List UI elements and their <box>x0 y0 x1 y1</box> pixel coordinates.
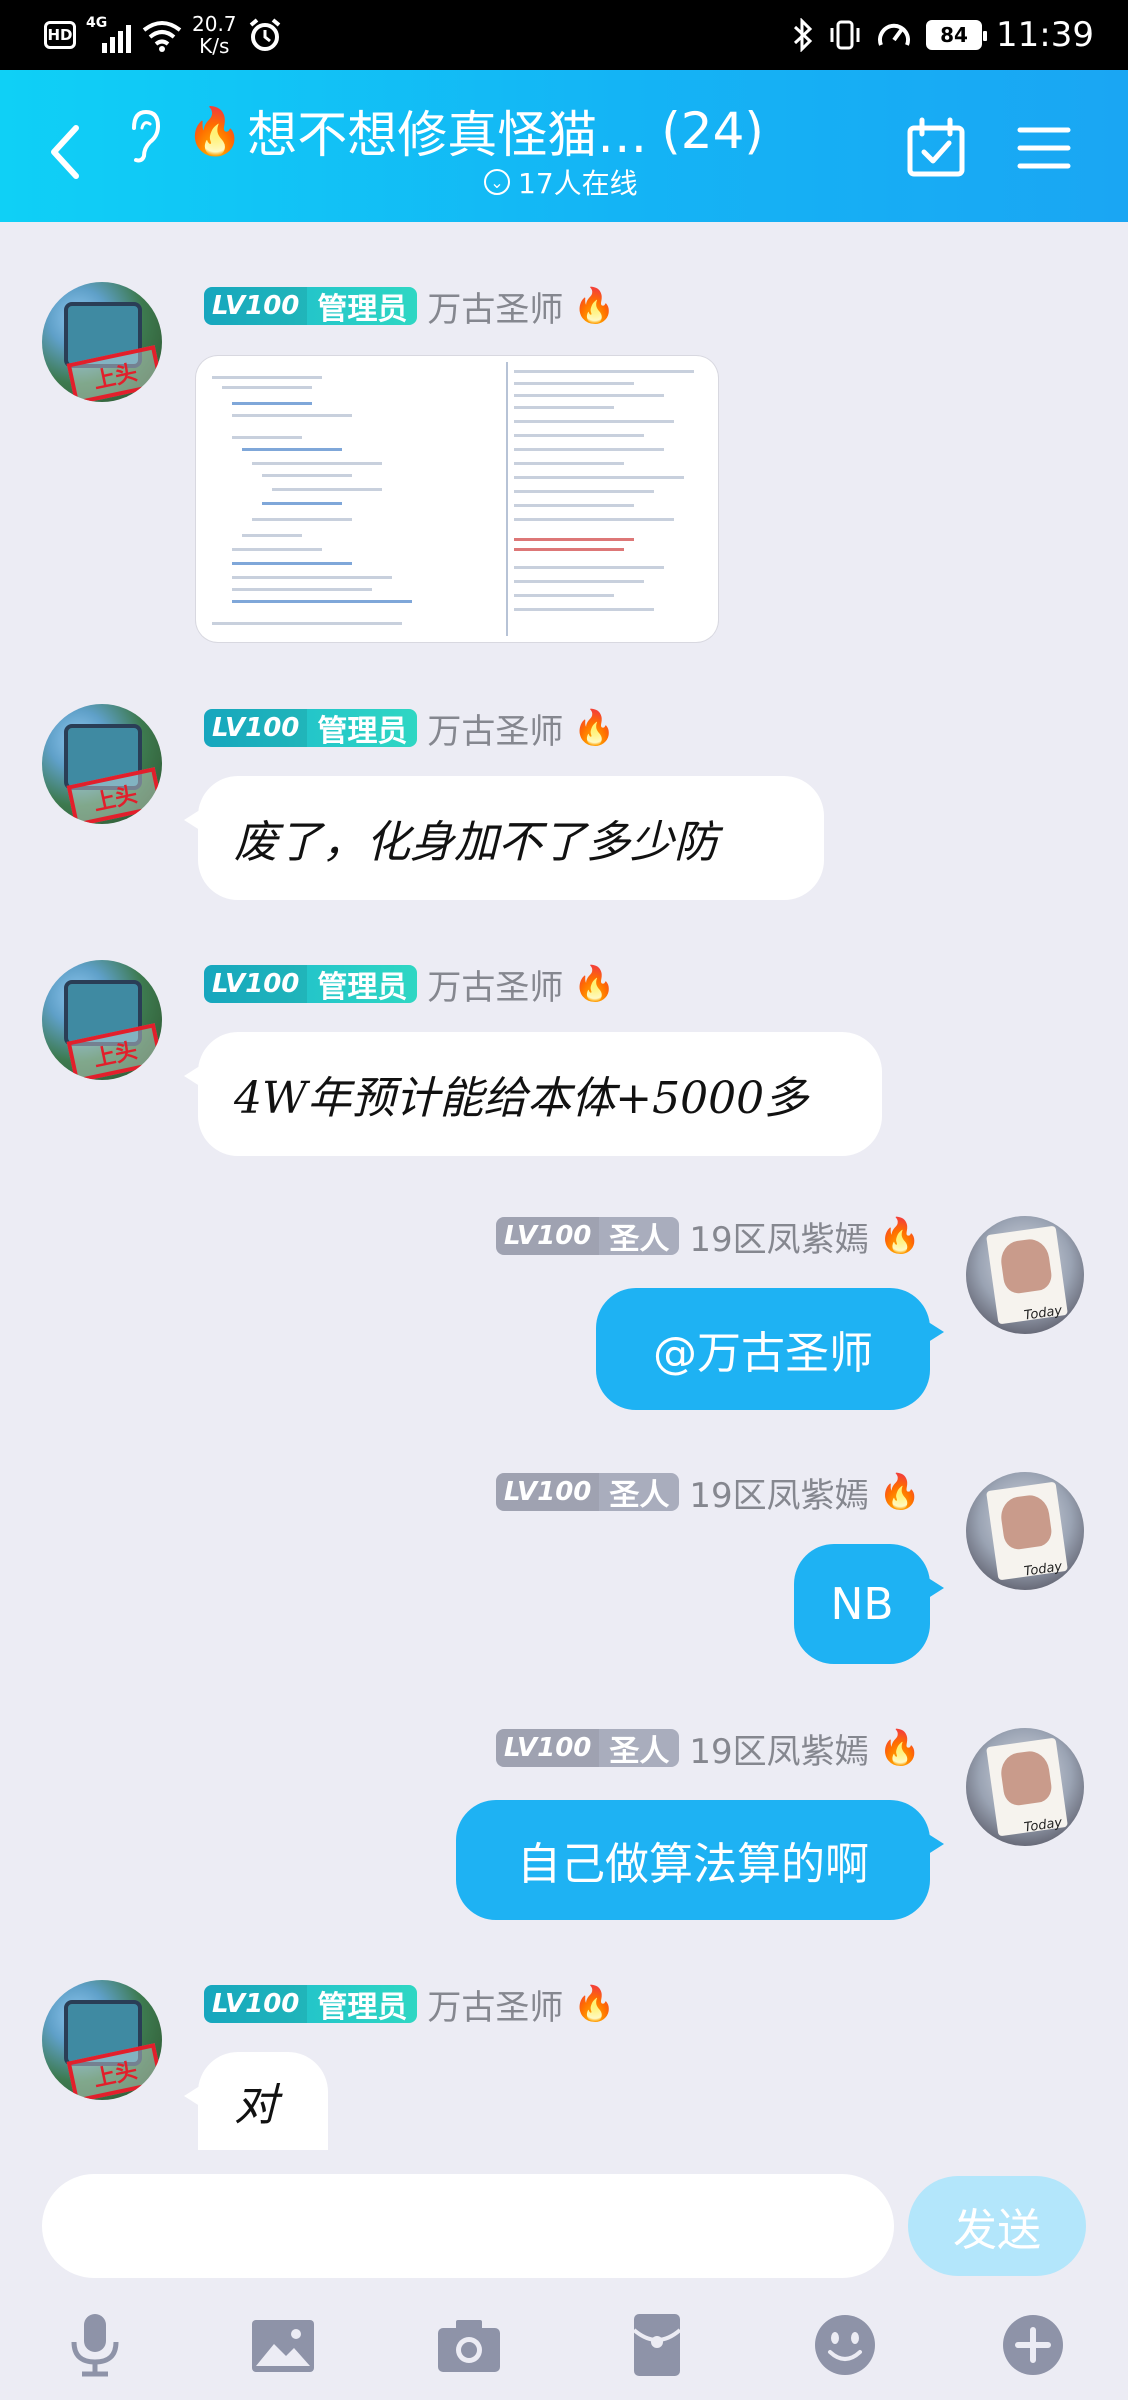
fire-icon: 🔥 <box>573 286 616 326</box>
fire-icon: 🔥 <box>573 964 616 1004</box>
sender-name[interactable]: 万古圣师 <box>427 282 563 331</box>
hd-icon: HD <box>44 21 76 49</box>
avatar[interactable]: Today <box>966 1472 1084 1590</box>
avatar[interactable]: Today <box>966 1216 1084 1334</box>
online-status[interactable]: ⌄ 17人在线 <box>484 160 638 204</box>
message-bubble[interactable]: 4W年预计能给本体+5000多 <box>184 1032 882 1156</box>
alarm-icon <box>249 18 280 51</box>
message-meta: LV100 管理员 万古圣师 🔥 <box>204 704 616 753</box>
image-message[interactable] <box>196 356 718 642</box>
red-packet-icon[interactable] <box>622 2310 692 2380</box>
camera-icon[interactable] <box>434 2310 504 2380</box>
message-meta: LV100 管理员 万古圣师 🔥 <box>204 1980 616 2029</box>
sender-name[interactable]: 19区凤紫嫣 <box>689 1724 868 1773</box>
battery-indicator: 84 <box>926 20 988 50</box>
message-meta: LV100 圣人 19区凤紫嫣 🔥 <box>496 1724 921 1773</box>
composer-toolbar <box>0 2288 1128 2400</box>
message-meta: LV100 管理员 万古圣师 🔥 <box>204 282 616 331</box>
ear-icon[interactable] <box>124 106 164 166</box>
back-icon[interactable] <box>44 122 84 182</box>
level-badge: LV100 管理员 <box>204 287 418 325</box>
wifi-icon <box>142 21 182 52</box>
level-badge: LV100 管理员 <box>204 1985 418 2023</box>
level-badge: LV100 圣人 <box>496 1217 680 1255</box>
speedometer-icon <box>878 23 910 46</box>
sender-name[interactable]: 19区凤紫嫣 <box>689 1468 868 1517</box>
fire-icon: 🔥 <box>878 1728 921 1768</box>
level-badge: LV100 圣人 <box>496 1729 680 1767</box>
avatar[interactable]: 上头 <box>42 1980 162 2100</box>
fire-icon: 🔥 <box>878 1216 921 1256</box>
avatar[interactable]: 上头 <box>42 282 162 402</box>
image-icon[interactable] <box>248 2310 318 2380</box>
mic-icon[interactable] <box>60 2310 130 2380</box>
message-bubble[interactable]: NB <box>794 1544 944 1664</box>
member-count: (24) <box>661 102 764 160</box>
bluetooth-icon <box>793 18 813 52</box>
network-speed: 20.7 K/s <box>192 12 237 58</box>
message-meta: LV100 管理员 万古圣师 🔥 <box>204 960 616 1009</box>
chat-header: 🔥 想不想修真怪猫… (24) ⌄ 17人在线 <box>0 70 1128 222</box>
emoji-icon[interactable] <box>810 2310 880 2380</box>
calendar-check-icon[interactable] <box>904 116 968 180</box>
group-title[interactable]: 🔥 想不想修真怪猫… (24) <box>186 96 806 166</box>
group-name: 想不想修真怪猫… <box>247 106 648 164</box>
fire-icon: 🔥 <box>573 708 616 748</box>
level-badge: LV100 管理员 <box>204 709 418 747</box>
sender-name[interactable]: 万古圣师 <box>427 1980 563 2029</box>
sender-name[interactable]: 19区凤紫嫣 <box>689 1212 868 1261</box>
vibrate-icon <box>830 20 860 50</box>
sender-name[interactable]: 万古圣师 <box>427 960 563 1009</box>
signal-icon: 4G <box>86 15 132 53</box>
status-bar: HD 4G 20.7 K/s 84 11:39 <box>0 0 1128 70</box>
plus-icon[interactable] <box>998 2310 1068 2380</box>
level-badge: LV100 圣人 <box>496 1473 680 1511</box>
message-input[interactable] <box>42 2174 894 2278</box>
message-bubble[interactable]: @万古圣师 <box>596 1288 944 1410</box>
avatar[interactable]: Today <box>966 1728 1084 1846</box>
level-badge: LV100 管理员 <box>204 965 418 1003</box>
message-bubble[interactable]: 对 <box>184 2052 328 2150</box>
avatar[interactable]: 上头 <box>42 704 162 824</box>
fire-icon: 🔥 <box>878 1472 921 1512</box>
menu-icon[interactable] <box>1016 120 1072 176</box>
send-button[interactable]: 发送 <box>908 2176 1086 2276</box>
sender-name[interactable]: 万古圣师 <box>427 704 563 753</box>
chevron-down-icon: ⌄ <box>484 169 510 195</box>
status-time: 11:39 <box>996 15 1094 55</box>
message-bubble[interactable]: 自己做算法算的啊 <box>456 1800 944 1920</box>
fire-icon: 🔥 <box>186 103 244 158</box>
message-meta: LV100 圣人 19区凤紫嫣 🔥 <box>496 1468 921 1517</box>
message-bubble[interactable]: 废了，化身加不了多少防 <box>184 776 824 900</box>
composer: 发送 <box>0 2150 1128 2400</box>
message-meta: LV100 圣人 19区凤紫嫣 🔥 <box>496 1212 921 1261</box>
fire-icon: 🔥 <box>573 1984 616 2024</box>
avatar[interactable]: 上头 <box>42 960 162 1080</box>
